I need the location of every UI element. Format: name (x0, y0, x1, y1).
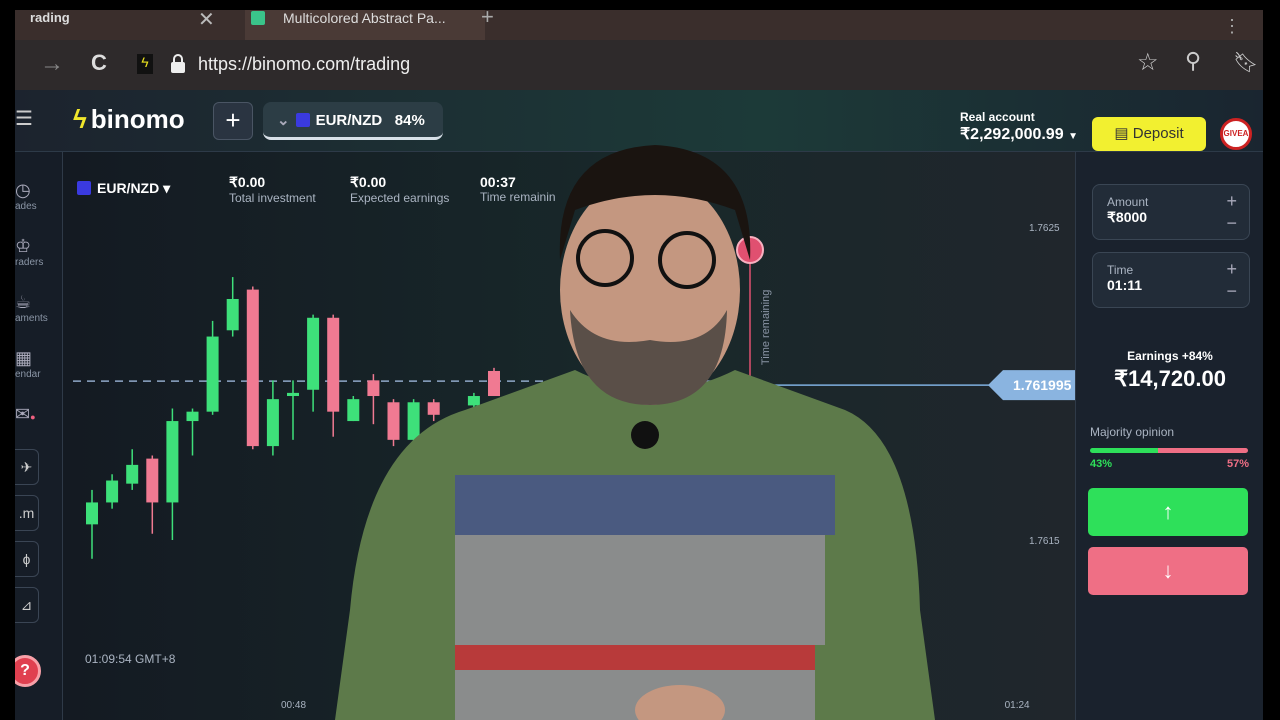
presenter-person (335, 145, 935, 720)
screen: rading ✕ Multicolored Abstract Pa... + ⋮… (15, 10, 1263, 720)
